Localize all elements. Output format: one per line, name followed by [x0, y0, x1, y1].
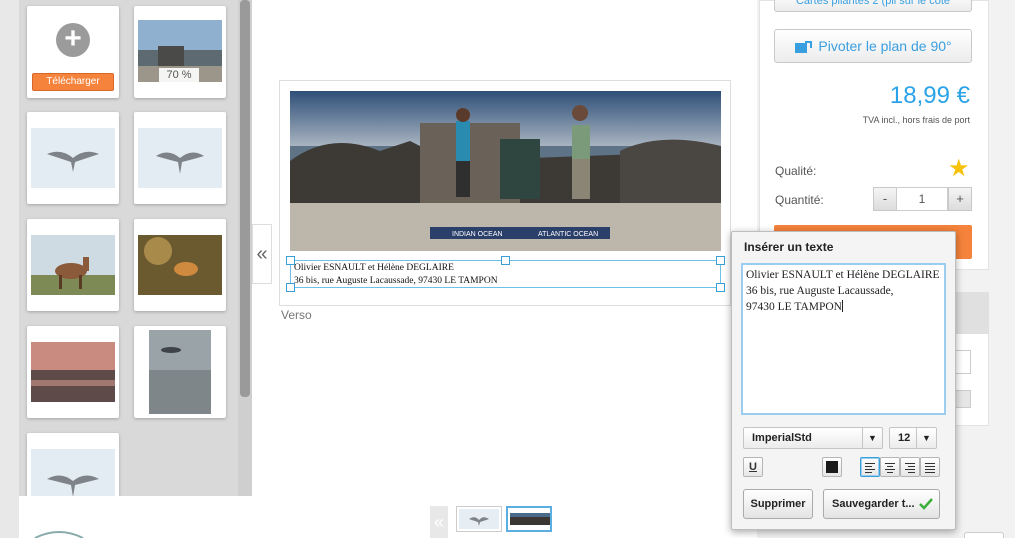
text-color-button[interactable] — [822, 457, 842, 477]
font-family-select[interactable]: ImperialStd ▼ — [743, 427, 883, 449]
card-photo[interactable]: INDIAN OCEAN ATLANTIC OCEAN — [290, 91, 721, 251]
delete-text-button[interactable]: Supprimer — [743, 489, 813, 519]
antelope-thumbnail — [31, 235, 115, 295]
editor-line-1: Olivier ESNAULT et Hélène DEGLAIRE — [746, 269, 940, 281]
color-swatch — [826, 461, 838, 473]
resize-handle[interactable] — [501, 256, 510, 265]
options-field[interactable] — [955, 350, 971, 374]
text-caret — [841, 300, 843, 312]
panel-edge — [0, 0, 19, 538]
chevron-down-icon: ▼ — [862, 428, 882, 448]
font-size-value: 12 — [898, 432, 911, 444]
editor-line-2: 36 bis, rue Auguste Lacaussade, — [746, 285, 894, 297]
photo-scene: INDIAN OCEAN ATLANTIC OCEAN — [290, 91, 721, 251]
align-right-button[interactable] — [900, 457, 920, 477]
underline-button[interactable]: U — [743, 457, 763, 477]
book-icon — [34, 531, 84, 538]
editor-line-3: 97430 LE TAMPON — [746, 301, 842, 313]
align-center-button[interactable] — [880, 457, 900, 477]
sunset-thumbnail — [31, 342, 115, 402]
zoom-badge: 70 % — [159, 68, 199, 83]
photo-thumb-beach[interactable] — [134, 326, 226, 418]
card-text-line-2: 36 bis, rue Auguste Lacaussade, 97430 LE… — [294, 276, 498, 286]
star-icon: ★ — [948, 155, 970, 182]
page-thumb-1[interactable] — [456, 506, 502, 532]
quality-label: Qualité: — [775, 164, 817, 178]
font-family-value: ImperialStd — [752, 432, 812, 444]
quantity-label: Quantité: — [775, 193, 824, 207]
page-side-label: Verso — [281, 308, 312, 322]
collapse-panel-button[interactable]: « — [252, 224, 272, 284]
photo-scrollbar-thumb[interactable] — [240, 0, 250, 397]
resize-handle[interactable] — [716, 256, 725, 265]
resize-handle[interactable] — [716, 283, 725, 292]
photo-thumb-bird[interactable] — [27, 112, 119, 204]
panel-footer — [19, 496, 252, 538]
price: 18,99 € — [889, 82, 970, 109]
rotate-button[interactable]: Pivoter le plan de 90° — [774, 29, 972, 63]
quantity-increment-button[interactable]: + — [948, 187, 972, 211]
photo-thumb-sunset[interactable] — [27, 326, 119, 418]
font-size-select[interactable]: 12 ▼ — [889, 427, 937, 449]
beach-thumbnail — [149, 330, 211, 414]
bird-thumbnail — [138, 128, 222, 188]
page-thumbnail — [510, 510, 550, 530]
dialog-title: Insérer un texte — [744, 240, 834, 254]
options-field[interactable] — [955, 390, 971, 408]
butterfly-thumbnail — [138, 235, 222, 295]
page-thumb-2[interactable] — [506, 506, 552, 532]
save-label: Sauvegarder t... — [832, 498, 915, 510]
page-thumbnail — [459, 509, 499, 529]
bird-thumbnail — [31, 449, 115, 496]
pager-prev-button[interactable]: « — [430, 506, 448, 538]
photo-thumb-bird[interactable] — [27, 433, 119, 496]
photo-thumb-antelope[interactable] — [27, 219, 119, 311]
align-justify-button[interactable] — [920, 457, 940, 477]
rotate-label: Pivoter le plan de 90° — [818, 38, 952, 54]
footer-button[interactable] — [964, 532, 1004, 538]
photo-label-atlantic-ocean: ATLANTIC OCEAN — [538, 231, 598, 238]
photo-thumb-panorama[interactable]: 70 % — [134, 6, 226, 98]
align-left-button[interactable] — [860, 457, 880, 477]
photo-grid: + Télécharger 70 % — [19, 0, 238, 496]
photo-thumb-bird[interactable] — [134, 112, 226, 204]
quantity-decrement-button[interactable]: - — [873, 187, 897, 211]
upload-tile[interactable]: + Télécharger — [27, 6, 119, 98]
quantity-input[interactable]: 1 — [896, 187, 948, 211]
rotate-icon — [795, 41, 812, 53]
insert-text-dialog: Insérer un texte Olivier ESNAULT et Hélè… — [731, 231, 956, 530]
add-photo-icon[interactable]: + — [56, 23, 90, 57]
photo-thumb-butterfly[interactable] — [134, 219, 226, 311]
format-select-button[interactable]: Cartes pliantes 2 (pli sur le côté — [774, 0, 972, 12]
checkmark-icon — [919, 498, 933, 510]
upload-button[interactable]: Télécharger — [32, 73, 114, 91]
tax-note: TVA incl., hors frais de port — [862, 115, 970, 125]
chevron-down-icon: ▼ — [916, 428, 936, 448]
save-text-button[interactable]: Sauvegarder t... — [823, 489, 940, 519]
bird-thumbnail — [31, 128, 115, 188]
photo-label-indian-ocean: INDIAN OCEAN — [452, 231, 503, 238]
resize-handle[interactable] — [286, 256, 295, 265]
resize-handle[interactable] — [286, 283, 295, 292]
text-editor[interactable]: Olivier ESNAULT et Hélène DEGLAIRE 36 bi… — [741, 263, 946, 415]
